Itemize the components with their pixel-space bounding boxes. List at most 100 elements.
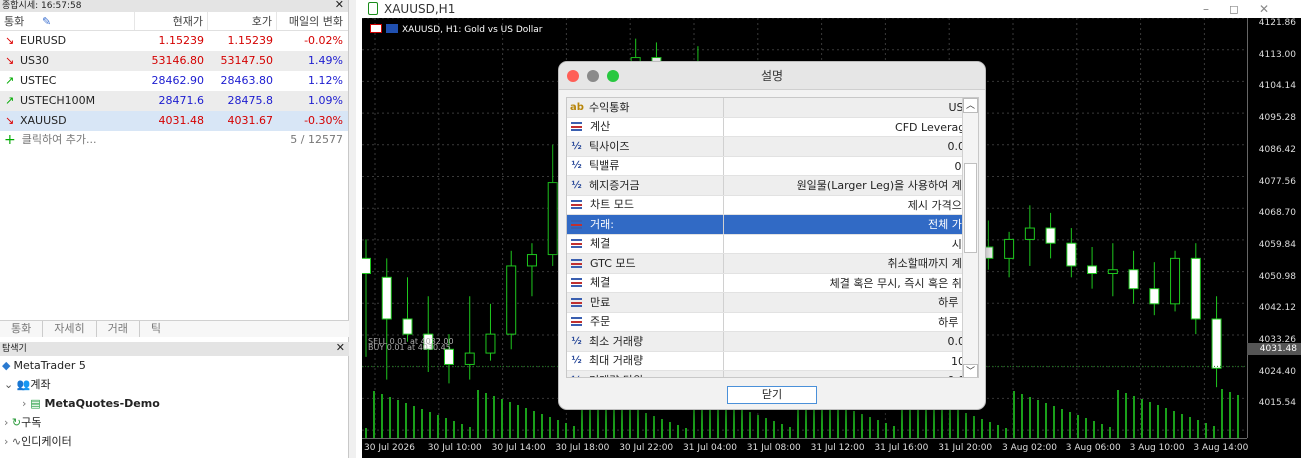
- property-row[interactable]: GTC 모드 취소할때까지 계속: [567, 254, 978, 274]
- symbol-name: ↘ EURUSD: [0, 31, 135, 51]
- property-row[interactable]: ½ 헤지증거금 원일물(Larger Leg)을 사용하여 계산: [567, 176, 978, 196]
- navigator-tree: ◆ MetaTrader 5 ⌄ 👥계좌 › ▤ MetaQuotes-Demo …: [0, 356, 349, 451]
- symbol-row[interactable]: ↗ USTEC 28462.90 28463.80 1.12%: [0, 71, 348, 91]
- window-controls[interactable]: –◻✕: [1203, 0, 1289, 18]
- vertical-scrollbar[interactable]: ︿ ﹀: [962, 98, 978, 377]
- tab-trading[interactable]: 거래: [97, 321, 140, 337]
- symbol-row[interactable]: ↘ US30 53146.80 53147.50 1.49%: [0, 51, 348, 71]
- enum-type-icon: [571, 278, 582, 288]
- close-button[interactable]: 닫기: [727, 386, 817, 404]
- property-row[interactable]: ½ 최소 거래량 0.01: [567, 332, 978, 352]
- candle-body: [1190, 257, 1201, 320]
- close-window-button[interactable]: [567, 70, 579, 82]
- chevron-right-icon[interactable]: ›: [22, 397, 26, 410]
- property-row[interactable]: 주문 하루 전: [567, 312, 978, 332]
- market-watch-title: 종합시세: 16:57:58: [2, 1, 82, 11]
- property-row[interactable]: ab 수익통화 USD: [567, 98, 978, 118]
- price-tick: 4077.56: [1258, 176, 1296, 187]
- last-price-label: 4031.48: [1247, 343, 1301, 355]
- server-icon: ▤: [30, 397, 41, 410]
- plus-icon: +: [4, 132, 16, 148]
- column-symbol[interactable]: 통화 ✎: [0, 12, 135, 30]
- column-change[interactable]: 매일의 변화: [277, 12, 347, 30]
- scroll-up-button[interactable]: ︿: [963, 98, 978, 113]
- symbol-row[interactable]: ↘ XAUUSD 4031.48 4031.67 -0.30%: [0, 111, 348, 131]
- tab-symbols[interactable]: 통화: [0, 321, 44, 337]
- time-tick: 31 Jul 04:00: [683, 443, 737, 453]
- property-row[interactable]: 체결 체결 혹은 무시, 즉시 혹은 취소: [567, 273, 978, 293]
- property-row[interactable]: ½ 틱사이즈 0.01: [567, 137, 978, 157]
- property-value: 전체 가능: [928, 218, 972, 231]
- candle-body: [1211, 318, 1222, 369]
- number-type-icon: ½: [571, 160, 582, 171]
- tab-ticks[interactable]: 틱: [140, 321, 172, 337]
- property-value: 0.01: [947, 335, 973, 348]
- property-value: 0.01: [724, 371, 978, 377]
- property-row[interactable]: 거래: 전체 가능: [567, 215, 978, 235]
- chevron-down-icon[interactable]: ⌄: [4, 378, 13, 391]
- close-icon[interactable]: ✕: [336, 341, 345, 355]
- symbol-name: ↘ XAUUSD: [0, 111, 135, 131]
- minimize-window-button[interactable]: [587, 70, 599, 82]
- symbol-row[interactable]: ↗ USTECH100M 28471.6 28475.8 1.09%: [0, 91, 348, 111]
- property-value: 원일물(Larger Leg)을 사용하여 계산: [796, 179, 972, 192]
- maximize-window-button[interactable]: [607, 70, 619, 82]
- property-name: 만료: [567, 293, 724, 312]
- candle-body: [381, 276, 392, 320]
- price-tick: 4095.28: [1258, 113, 1296, 124]
- chart-titlebar: XAUUSD,H1 –◻✕: [356, 0, 1301, 18]
- chevron-right-icon[interactable]: ›: [4, 416, 8, 429]
- candle-body: [1170, 257, 1181, 305]
- property-row[interactable]: 차트 모드 제시 가격으로: [567, 195, 978, 215]
- property-row[interactable]: ½틱밸류0.1: [567, 156, 978, 176]
- property-row[interactable]: 체결시장: [567, 234, 978, 254]
- enum-type-icon: [571, 239, 582, 249]
- property-row[interactable]: ½최대 거래량100: [567, 351, 978, 371]
- tree-root[interactable]: ◆ MetaTrader 5: [0, 356, 349, 375]
- market-watch-rows: ↘ EURUSD 1.15239 1.15239 -0.02% ↘ US30 53146.80…: [0, 31, 348, 131]
- column-ask[interactable]: 호가: [208, 12, 277, 30]
- price-tick: 4113.00: [1258, 49, 1296, 60]
- time-tick: 3 Aug 10:00: [1129, 443, 1185, 453]
- property-name: GTC 모드: [567, 254, 724, 273]
- property-name: 차트 모드: [567, 195, 724, 214]
- property-value: 0.01: [947, 140, 973, 153]
- tab-details[interactable]: 자세히: [43, 321, 97, 337]
- scroll-thumb[interactable]: [964, 163, 977, 253]
- add-symbol-row[interactable]: + 클릭하여 추가... 5 / 12577: [0, 131, 348, 149]
- property-row[interactable]: ½거래량 단위0.01: [567, 371, 978, 377]
- property-value: 체결 혹은 무시, 즉시 혹은 취소: [829, 276, 972, 290]
- property-table[interactable]: ab수익통화USD계산CFD Leverage½틱사이즈0.01½틱밸류0.1½…: [566, 97, 979, 378]
- property-value: 하루 전: [938, 296, 972, 309]
- bid-value: 1.15239: [158, 34, 205, 47]
- symbol-spec-dialog: 설명 ab수익통화USD계산CFD Leverage½틱사이즈0.01½틱밸류0…: [558, 61, 986, 410]
- tree-subscriptions[interactable]: › ↻구독: [0, 413, 349, 432]
- daily-change-value: -0.30%: [304, 114, 343, 127]
- flag-icon: [370, 24, 382, 33]
- property-value: 취소할때까지 계속: [887, 257, 972, 270]
- number-type-icon: ½: [571, 179, 582, 191]
- time-tick: 30 Jul 14:00: [491, 443, 546, 453]
- daily-change-value: -0.02%: [304, 34, 343, 47]
- property-name: 주문: [567, 312, 724, 331]
- candle-body: [1066, 242, 1077, 267]
- tree-accounts[interactable]: ⌄ 👥계좌: [0, 375, 349, 394]
- edit-icon[interactable]: ✎: [42, 12, 51, 31]
- property-row[interactable]: 계산 CFD Leverage: [567, 117, 978, 137]
- column-bid[interactable]: 현재가: [135, 12, 208, 30]
- price-tick: 4050.98: [1258, 271, 1296, 282]
- symbol-row[interactable]: ↘ EURUSD 1.15239 1.15239 -0.02%: [0, 31, 348, 51]
- enum-type-icon: [571, 200, 582, 210]
- candle-body: [526, 254, 537, 267]
- time-tick: 31 Jul 08:00: [746, 443, 801, 453]
- tree-indicators[interactable]: › ∿인디케이터: [0, 432, 349, 451]
- close-icon[interactable]: ✕: [335, 0, 344, 11]
- tree-demo-account[interactable]: › ▤ MetaQuotes-Demo: [0, 394, 349, 413]
- property-row[interactable]: 만료 하루 전: [567, 293, 978, 313]
- chevron-right-icon[interactable]: ›: [4, 435, 8, 448]
- scroll-down-button[interactable]: ﹀: [963, 364, 978, 377]
- ask-value: 28463.80: [220, 74, 274, 87]
- chart-window-title: XAUUSD,H1: [384, 2, 456, 16]
- symbol-name: ↘ US30: [0, 51, 135, 71]
- candle-body: [1149, 288, 1160, 305]
